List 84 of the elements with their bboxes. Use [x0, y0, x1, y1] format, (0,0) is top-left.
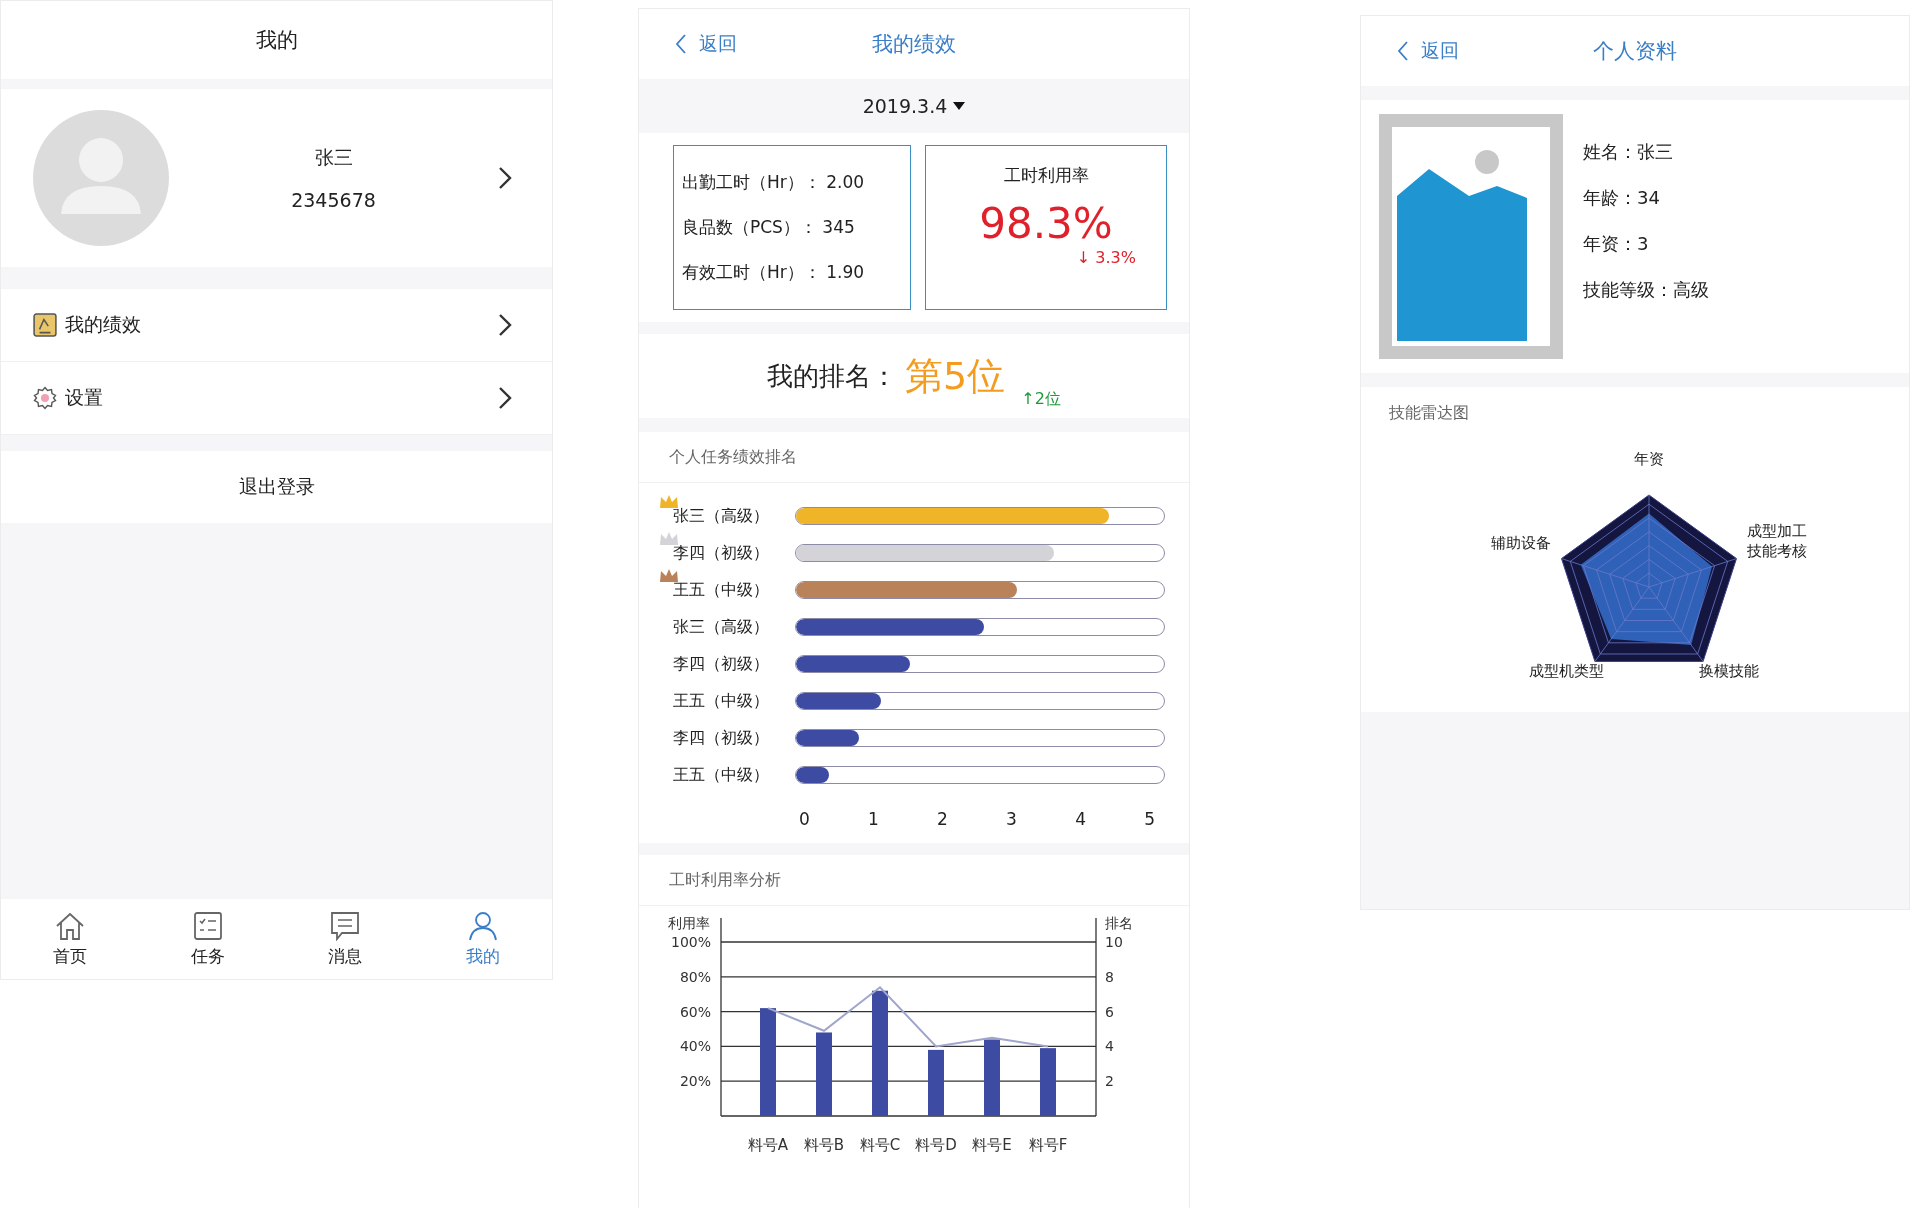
- axis-tick-label: 2: [1105, 1073, 1114, 1090]
- employee-name: 张三（高级）: [673, 505, 769, 525]
- employee-name: 王五（中级）: [673, 764, 769, 784]
- axis-tick-label: 8: [1105, 968, 1114, 985]
- axis-tick-label: 2: [937, 809, 948, 829]
- section-title: 技能雷达图: [1389, 403, 1470, 424]
- axis-tick-label: 60%: [679, 1003, 711, 1020]
- checklist-icon: [191, 910, 224, 941]
- caret-icon: [953, 102, 966, 110]
- radar-axis-label: 成型加工技能考核: [1747, 522, 1807, 561]
- info-field: 年资：3: [1583, 232, 1709, 256]
- info-field: 年龄：34: [1583, 186, 1709, 210]
- chevron-right-icon: [498, 313, 512, 337]
- image-placeholder-icon: [1379, 114, 1563, 359]
- employee-name: 张三（高级）: [673, 616, 769, 636]
- axis-tick-label: 料号A: [747, 1136, 789, 1154]
- axis-tick-label: 料号C: [859, 1136, 901, 1154]
- tab-bar-item[interactable]: 首页: [1, 899, 139, 979]
- logout-button[interactable]: 退出登录: [1, 451, 552, 523]
- info-field: 技能等级：高级: [1583, 278, 1709, 302]
- tab-bar-item[interactable]: 我的: [414, 899, 552, 979]
- stat-line: 出勤工时（Hr）： 2.00: [682, 171, 866, 194]
- utilization-value: 98.3%: [979, 199, 1113, 248]
- axis-tick-label: 4: [1075, 809, 1086, 829]
- date-dropdown[interactable]: 2019.3.4: [862, 95, 966, 117]
- tab-bar-item[interactable]: 任务: [138, 899, 277, 979]
- utilization-title: 工时利用率: [1003, 164, 1089, 187]
- axis-tick-label: 3: [1006, 809, 1017, 829]
- screen-title: 个人资料: [1593, 38, 1677, 65]
- tab-bar-item[interactable]: 消息: [276, 899, 415, 979]
- employee-name: 李四（初级）: [673, 542, 769, 562]
- stat-line: 有效工时（Hr）： 1.90: [682, 261, 866, 284]
- axis-tick-label: 80%: [679, 968, 711, 985]
- axis-tick-label: 料号D: [915, 1136, 957, 1154]
- chevron-left-icon: [1397, 40, 1409, 62]
- axis-tick-label: 6: [1105, 1003, 1114, 1020]
- axis-tick-label: 0: [799, 809, 810, 829]
- axis-tick-label: 10: [1105, 934, 1123, 950]
- radar-axis-label: 换模技能: [1699, 662, 1759, 681]
- employee-name: 李四（初级）: [673, 653, 769, 673]
- user-name: 张三: [314, 145, 353, 170]
- ranking-position: 第5位: [905, 352, 1006, 400]
- info-field: 姓名：张三: [1583, 140, 1709, 164]
- person-icon: [467, 910, 500, 941]
- screen-title: 我的绩效: [872, 31, 956, 58]
- menu-item[interactable]: 我的绩效: [1, 289, 552, 362]
- axis-tick-label: 料号B: [803, 1136, 845, 1154]
- user-id: 2345678: [291, 189, 376, 211]
- radar-axis-label: 辅助设备: [1491, 534, 1551, 553]
- section-title: 个人任务绩效排名: [669, 446, 797, 468]
- radar-axis-label: 成型机类型: [1528, 662, 1604, 681]
- chevron-left-icon: [675, 33, 687, 55]
- employee-name: 王五（中级）: [673, 690, 769, 710]
- gear-icon: [33, 386, 57, 410]
- avatar-icon: [33, 110, 169, 246]
- axis-tick-label: 料号F: [1028, 1136, 1068, 1154]
- profile-card[interactable]: 张三 2345678: [1, 89, 552, 267]
- menu-item[interactable]: 设置: [1, 362, 552, 435]
- stat-line: 良品数（PCS）： 345: [682, 216, 856, 239]
- axis-tick-label: 料号E: [972, 1136, 1012, 1154]
- employee-name: 王五（中级）: [673, 579, 769, 599]
- ranking-label: 我的排名：: [767, 359, 898, 393]
- axis-tick-label: 1: [868, 809, 879, 829]
- axis-tick-label: 40%: [679, 1038, 711, 1055]
- radar-axis-label: 年资: [1634, 450, 1664, 469]
- chevron-right-icon: [498, 386, 512, 410]
- back-button[interactable]: 返回: [675, 31, 737, 57]
- document-icon: [33, 313, 57, 337]
- utilization-change: ↓ 3.3%: [1076, 248, 1136, 267]
- employee-name: 李四（初级）: [673, 727, 769, 747]
- axis-tick-label: 4: [1105, 1038, 1114, 1055]
- chart-bar: [1040, 1048, 1056, 1116]
- back-button[interactable]: 返回: [1397, 38, 1459, 64]
- axis-title: 排名: [1105, 915, 1133, 931]
- chart-bar: [928, 1049, 944, 1116]
- axis-tick-label: 20%: [679, 1073, 711, 1090]
- section-title: 工时利用率分析: [669, 869, 781, 891]
- axis-tick-label: 100%: [670, 934, 711, 950]
- axis-tick-label: 5: [1144, 809, 1155, 829]
- message-icon: [329, 910, 362, 941]
- axis-title: 利用率: [668, 915, 710, 931]
- screen-title: 我的: [255, 27, 298, 54]
- chevron-right-icon: [498, 166, 512, 190]
- ranking-change: ↑2位: [1021, 389, 1061, 410]
